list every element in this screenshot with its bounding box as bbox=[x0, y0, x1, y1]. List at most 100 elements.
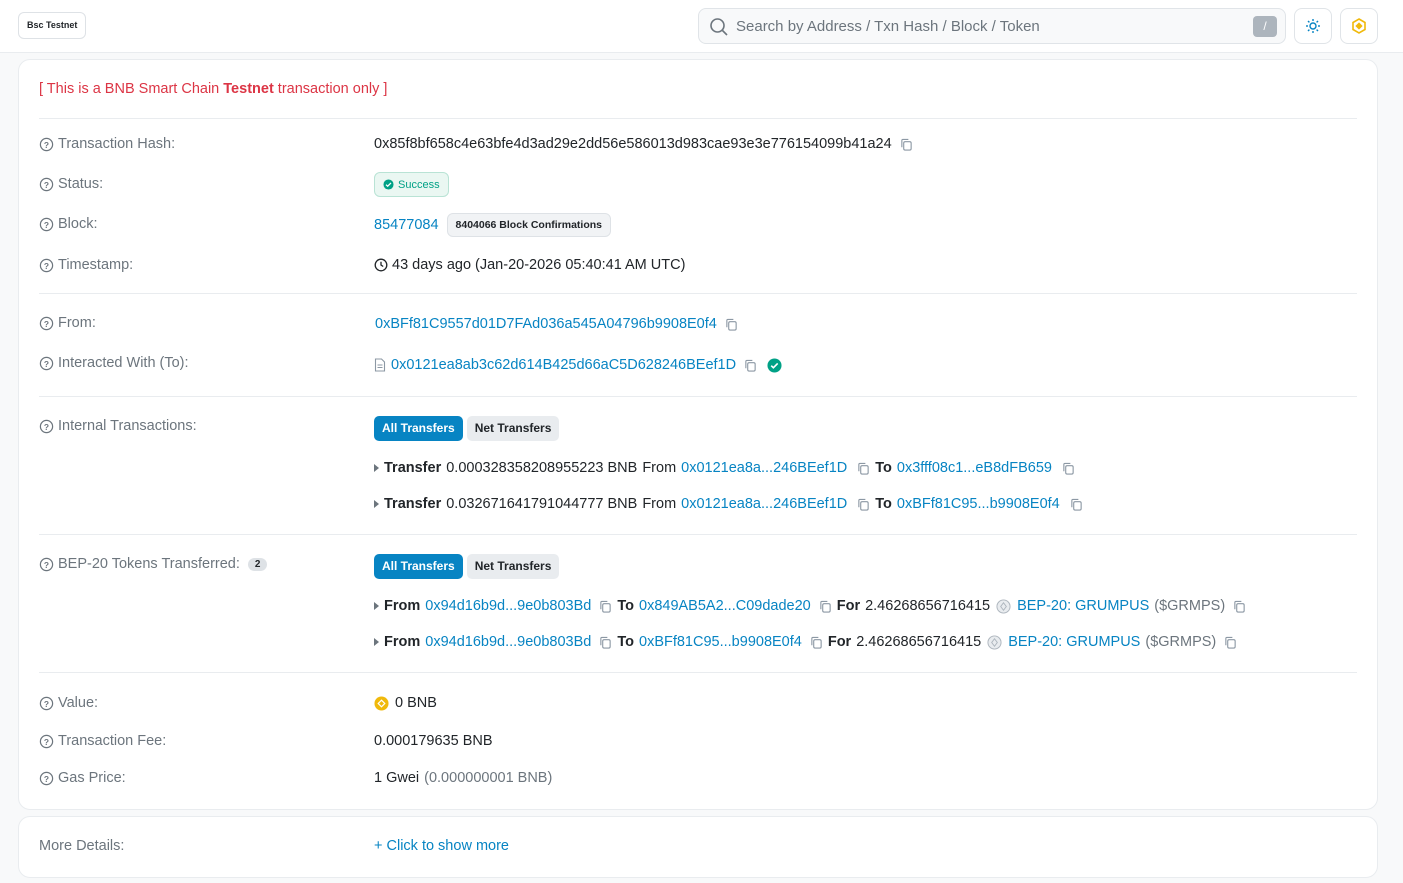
search-bar[interactable]: / bbox=[698, 8, 1286, 44]
testnet-notice: [ This is a BNB Smart Chain Testnet tran… bbox=[39, 81, 387, 97]
transfer-amount: 0.032671641791044777 BNB bbox=[446, 496, 638, 512]
block-label-text: Block: bbox=[58, 216, 98, 232]
to-address-link[interactable]: 0x0121ea8ab3c62d614B425d66aC5D628246BEef… bbox=[391, 357, 736, 373]
transfer-amount: 0.000328358208955223 BNB bbox=[446, 460, 638, 476]
tab-all-transfers[interactable]: All Transfers bbox=[374, 416, 463, 441]
token-to-link[interactable]: 0x849AB5A2...C09dade20 bbox=[639, 598, 811, 614]
help-icon[interactable]: ? bbox=[39, 217, 54, 232]
transfer-to-link[interactable]: 0xBFf81C95...b9908E0f4 bbox=[897, 496, 1060, 512]
transfer-keyword: Transfer bbox=[384, 460, 442, 476]
gas-price: 1 Gwei bbox=[374, 770, 420, 786]
token-transfer-row: From 0x94d16b9d...9e0b803Bd To 0xBFf81C9… bbox=[374, 634, 1237, 650]
transfer-from-link[interactable]: 0x0121ea8a...246BEef1D bbox=[681, 496, 847, 512]
token-from-link[interactable]: 0x94d16b9d...9e0b803Bd bbox=[425, 634, 591, 650]
show-more-link[interactable]: + Click to show more bbox=[374, 838, 509, 854]
to-keyword: To bbox=[875, 460, 892, 476]
help-icon[interactable]: ? bbox=[39, 177, 54, 192]
expand-caret-icon[interactable] bbox=[374, 638, 379, 646]
notice-prefix: [ This is a BNB Smart Chain bbox=[39, 81, 224, 97]
from-value-row: 0xBFf81C9557d01D7FAd036a545A04796b9908E0… bbox=[375, 316, 738, 332]
help-icon[interactable]: ? bbox=[39, 696, 54, 711]
copy-icon[interactable] bbox=[725, 318, 738, 331]
transfer-from-link[interactable]: 0x0121ea8a...246BEef1D bbox=[681, 460, 847, 476]
copy-icon[interactable] bbox=[1062, 462, 1075, 475]
status-label-text: Status: bbox=[58, 176, 104, 192]
copy-icon[interactable] bbox=[810, 636, 823, 649]
from-address-link[interactable]: 0xBFf81C9557d01D7FAd036a545A04796b9908E0… bbox=[375, 316, 717, 332]
svg-text:?: ? bbox=[44, 559, 49, 569]
svg-text:?: ? bbox=[44, 773, 49, 783]
copy-icon[interactable] bbox=[857, 498, 870, 511]
timestamp-label: ? Timestamp: bbox=[39, 257, 133, 273]
token-transfer-row: From 0x94d16b9d...9e0b803Bd To 0x849AB5A… bbox=[374, 598, 1246, 614]
tab-net-transfers[interactable]: Net Transfers bbox=[466, 416, 560, 441]
gas-row: 1 Gwei (0.000000001 BNB) bbox=[374, 770, 552, 786]
help-icon[interactable]: ? bbox=[39, 137, 54, 152]
copy-icon[interactable] bbox=[599, 636, 612, 649]
copy-icon[interactable] bbox=[1070, 498, 1083, 511]
token-symbol: ($GRMPS) bbox=[1145, 634, 1217, 650]
more-details-row: + Click to show more bbox=[374, 838, 509, 854]
expand-caret-icon[interactable] bbox=[374, 602, 379, 610]
help-icon[interactable]: ? bbox=[39, 557, 54, 572]
copy-icon[interactable] bbox=[744, 359, 757, 372]
token-tabs: All Transfers Net Transfers bbox=[374, 554, 563, 579]
help-icon[interactable]: ? bbox=[39, 734, 54, 749]
more-details-label: More Details: bbox=[39, 838, 124, 854]
block-number-link[interactable]: 85477084 bbox=[374, 217, 439, 233]
help-icon[interactable]: ? bbox=[39, 771, 54, 786]
help-icon[interactable]: ? bbox=[39, 316, 54, 331]
svg-text:?: ? bbox=[44, 318, 49, 328]
from-label: ? From: bbox=[39, 315, 96, 331]
timestamp-value: 43 days ago (Jan-20-2026 05:40:41 AM UTC… bbox=[392, 257, 686, 273]
copy-icon[interactable] bbox=[819, 600, 832, 613]
notice-suffix: transaction only ] bbox=[273, 81, 388, 97]
hash-value-row: 0x85f8bf658c4e63bfe4d3ad29e2dd56e586013d… bbox=[374, 136, 913, 152]
block-label: ? Block: bbox=[39, 216, 98, 232]
token-from-link[interactable]: 0x94d16b9d...9e0b803Bd bbox=[425, 598, 591, 614]
from-label-text: From: bbox=[58, 315, 96, 331]
internal-transfer-row: Transfer 0.032671641791044777 BNB From 0… bbox=[374, 496, 1083, 512]
tokens-count-badge: 2 bbox=[247, 557, 268, 571]
internal-tx-label: ? Internal Transactions: bbox=[39, 418, 197, 434]
token-amount: 2.46268656716415 bbox=[865, 598, 991, 614]
network-badge[interactable]: Bsc Testnet bbox=[18, 12, 87, 39]
transaction-hash: 0x85f8bf658c4e63bfe4d3ad29e2dd56e586013d… bbox=[374, 136, 892, 152]
to-label: ? Interacted With (To): bbox=[39, 355, 189, 371]
to-keyword: To bbox=[875, 496, 892, 512]
copy-icon[interactable] bbox=[1233, 600, 1246, 613]
token-logo-icon bbox=[987, 634, 1002, 650]
expand-caret-icon[interactable] bbox=[374, 500, 379, 508]
copy-icon[interactable] bbox=[599, 600, 612, 613]
top-navbar: Bsc Testnet / bbox=[0, 0, 1403, 53]
token-name-link[interactable]: BEP-20: GRUMPUS bbox=[1008, 634, 1140, 650]
bnb-network-button[interactable] bbox=[1340, 8, 1378, 44]
token-symbol: ($GRMPS) bbox=[1154, 598, 1226, 614]
to-keyword: To bbox=[617, 634, 634, 650]
sun-icon bbox=[1306, 19, 1320, 33]
transfer-to-link[interactable]: 0x3fff08c1...eB8dFB659 bbox=[897, 460, 1052, 476]
tab-all-transfers[interactable]: All Transfers bbox=[374, 554, 463, 579]
help-icon[interactable]: ? bbox=[39, 356, 54, 371]
tab-net-transfers[interactable]: Net Transfers bbox=[466, 554, 560, 579]
value-label: ? Value: bbox=[39, 695, 98, 711]
divider bbox=[39, 293, 1357, 294]
for-keyword: For bbox=[836, 598, 861, 614]
search-input[interactable] bbox=[736, 9, 1236, 43]
token-name-link[interactable]: BEP-20: GRUMPUS bbox=[1017, 598, 1149, 614]
from-keyword: From bbox=[642, 496, 677, 512]
svg-text:?: ? bbox=[44, 219, 49, 229]
copy-icon[interactable] bbox=[900, 138, 913, 151]
svg-text:?: ? bbox=[44, 698, 49, 708]
copy-icon[interactable] bbox=[1224, 636, 1237, 649]
token-to-link[interactable]: 0xBFf81C95...b9908E0f4 bbox=[639, 634, 802, 650]
help-icon[interactable]: ? bbox=[39, 258, 54, 273]
theme-toggle-button[interactable] bbox=[1294, 8, 1332, 44]
gas-label: ? Gas Price: bbox=[39, 770, 126, 786]
help-icon[interactable]: ? bbox=[39, 419, 54, 434]
svg-text:?: ? bbox=[44, 139, 49, 149]
transfer-keyword: Transfer bbox=[384, 496, 442, 512]
expand-caret-icon[interactable] bbox=[374, 464, 379, 472]
fee-label-text: Transaction Fee: bbox=[58, 733, 167, 749]
copy-icon[interactable] bbox=[857, 462, 870, 475]
